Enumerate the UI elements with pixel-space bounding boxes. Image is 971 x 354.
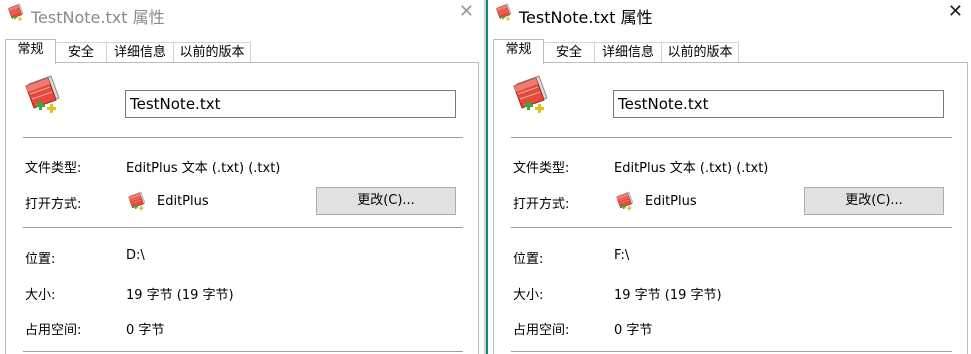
editplus-file-icon (23, 74, 63, 118)
size-label: 大小: (513, 288, 544, 303)
size-on-disk-label: 占用空间: (513, 323, 570, 338)
size-on-disk-value: 0 字节 (126, 323, 165, 338)
location-label: 位置: (25, 252, 56, 267)
window-title: TestNote.txt 属性 (519, 8, 653, 27)
separator (511, 351, 952, 352)
size-label: 大小: (25, 288, 56, 303)
editplus-file-icon (6, 3, 26, 23)
tab-previous-versions[interactable]: 以前的版本 (661, 42, 739, 63)
tab-details[interactable]: 详细信息 (594, 42, 662, 63)
separator (23, 351, 463, 352)
properties-window-f: TestNote.txt 属性 ✕ 常规 安全 详细信息 以前的版本 文件类型:… (486, 0, 971, 354)
editplus-app-icon (126, 191, 148, 213)
tab-security[interactable]: 安全 (55, 42, 107, 63)
size-value: 19 字节 (19 字节) (614, 288, 722, 303)
tab-general[interactable]: 常规 (5, 39, 56, 64)
separator (23, 137, 463, 138)
general-tab-panel: 文件类型: EditPlus 文本 (.txt) (.txt) 打开方式: Ed… (493, 62, 968, 354)
location-label: 位置: (513, 252, 544, 267)
file-type-value: EditPlus 文本 (.txt) (.txt) (126, 161, 281, 176)
close-icon[interactable]: ✕ (948, 1, 963, 23)
open-with-label: 打开方式: (513, 197, 570, 212)
open-with-label: 打开方式: (25, 197, 82, 212)
location-value: F:\ (614, 248, 630, 263)
size-value: 19 字节 (19 字节) (126, 288, 234, 303)
size-on-disk-value: 0 字节 (614, 323, 653, 338)
change-button[interactable]: 更改(C)... (804, 187, 944, 215)
filename-input[interactable] (613, 90, 944, 118)
tab-details[interactable]: 详细信息 (106, 42, 174, 63)
file-type-value: EditPlus 文本 (.txt) (.txt) (614, 161, 769, 176)
properties-window-d: TestNote.txt 属性 ✕ 常规 安全 详细信息 以前的版本 文件类型:… (0, 0, 484, 354)
location-value: D:\ (126, 248, 145, 263)
title-bar[interactable]: TestNote.txt 属性 ✕ (488, 0, 971, 28)
editplus-app-icon (614, 191, 636, 213)
separator (511, 137, 952, 138)
tab-previous-versions[interactable]: 以前的版本 (173, 42, 251, 63)
separator (23, 227, 463, 228)
window-title: TestNote.txt 属性 (31, 8, 165, 27)
size-on-disk-label: 占用空间: (25, 323, 82, 338)
change-button[interactable]: 更改(C)... (316, 187, 456, 215)
file-type-label: 文件类型: (25, 161, 82, 176)
open-with-app: EditPlus (157, 194, 209, 209)
editplus-file-icon (511, 74, 551, 118)
separator (511, 227, 952, 228)
open-with-app: EditPlus (645, 194, 697, 209)
file-type-label: 文件类型: (513, 161, 570, 176)
filename-input[interactable] (125, 90, 456, 118)
editplus-file-icon (494, 3, 514, 23)
tab-security[interactable]: 安全 (543, 42, 595, 63)
general-tab-panel: 文件类型: EditPlus 文本 (.txt) (.txt) 打开方式: Ed… (5, 62, 479, 354)
title-bar[interactable]: TestNote.txt 属性 ✕ (0, 0, 484, 28)
tab-general[interactable]: 常规 (493, 39, 544, 64)
close-icon[interactable]: ✕ (459, 1, 474, 23)
